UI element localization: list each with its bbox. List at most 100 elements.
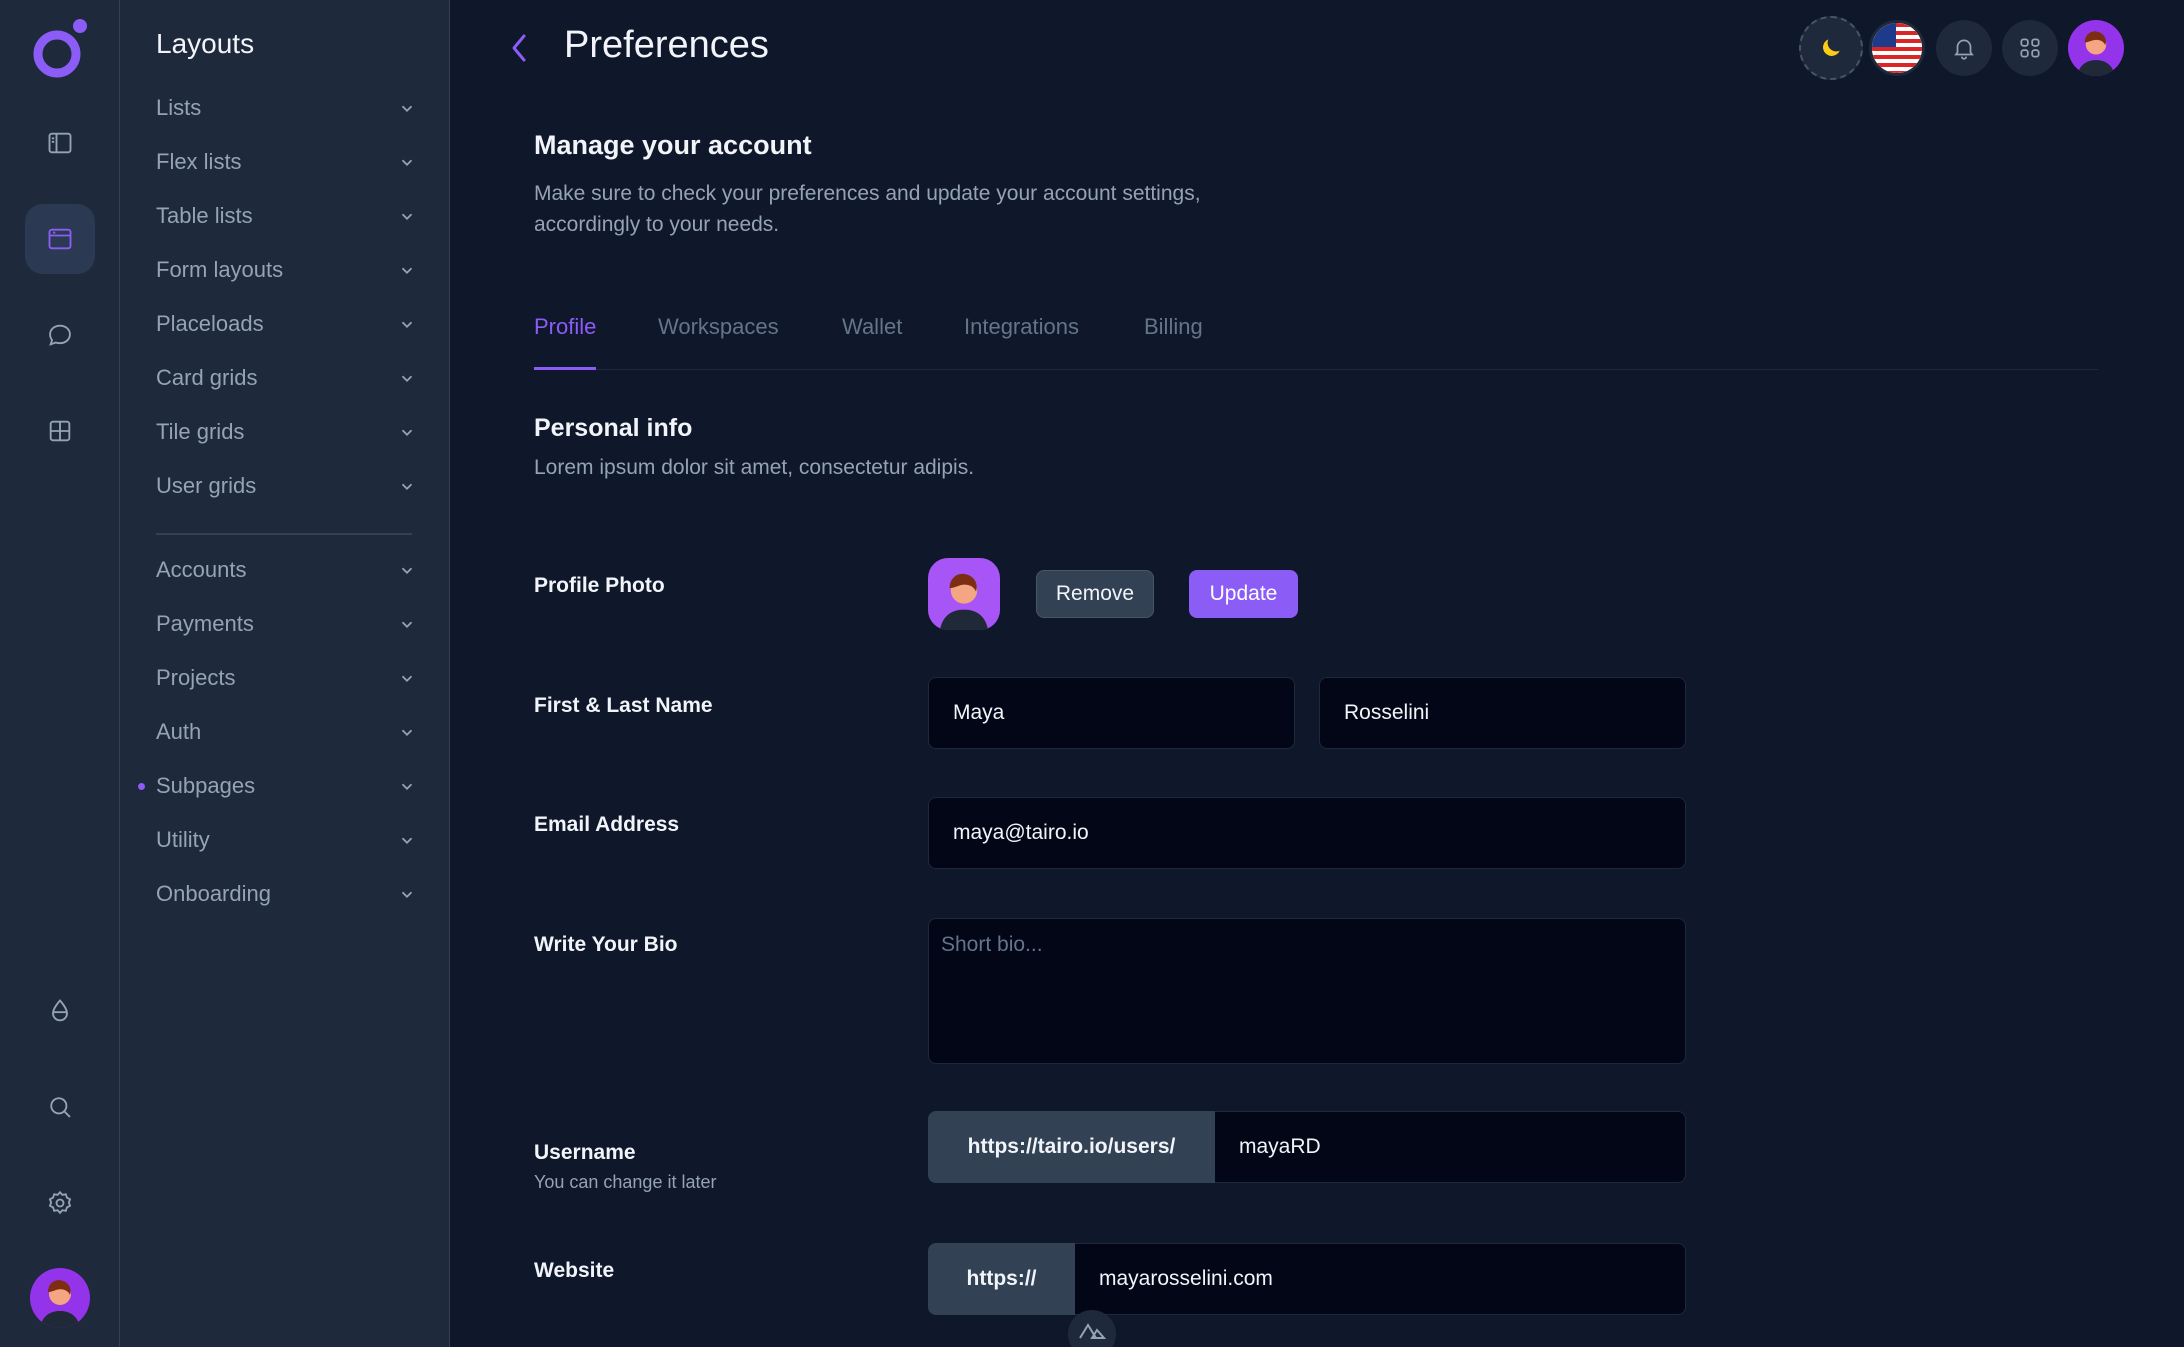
website-label: Website (534, 1259, 615, 1282)
chevron-down-icon (401, 891, 413, 898)
name-label: First & Last Name (534, 694, 713, 717)
sub-sidebar: Layouts Lists Flex lists Table lists For… (120, 0, 450, 1347)
email-input[interactable]: maya@tairo.io (928, 797, 1686, 869)
us-flag-icon (1872, 23, 1922, 73)
chevron-down-icon (401, 483, 413, 490)
bio-label: Write Your Bio (534, 933, 678, 956)
nav-item-table-lists[interactable]: Table lists (156, 196, 416, 236)
tab-profile[interactable]: Profile (534, 314, 597, 370)
moon-icon (1823, 39, 1840, 56)
theme-button[interactable] (25, 976, 95, 1046)
nav-item-label: Subpages (156, 773, 256, 798)
chevron-down-icon (401, 783, 413, 790)
nav-item-auth[interactable]: Auth (156, 712, 416, 752)
first-name-input[interactable]: Maya (928, 677, 1295, 749)
nav-item-label: Accounts (156, 557, 247, 582)
profile-photo-label: Profile Photo (534, 574, 665, 597)
page-title: Preferences (564, 24, 769, 66)
nav-item-onboarding[interactable]: Onboarding (156, 874, 416, 914)
user-avatar[interactable] (30, 1268, 90, 1328)
chevron-down-icon (401, 321, 413, 328)
active-indicator-dot (138, 783, 145, 790)
account-avatar[interactable] (2068, 20, 2124, 76)
grid-button[interactable] (25, 396, 95, 466)
subnav-divider (156, 533, 412, 535)
nav-item-form-layouts[interactable]: Form layouts (156, 250, 416, 290)
tab-integrations[interactable]: Integrations (964, 314, 1079, 370)
nav-item-flex-lists[interactable]: Flex lists (156, 142, 416, 182)
chevron-down-icon (401, 429, 413, 436)
account-description: Make sure to check your preferences and … (534, 182, 1201, 236)
chevron-left-icon[interactable] (506, 30, 534, 66)
tab-billing[interactable]: Billing (1144, 314, 1203, 370)
username-hint: You can change it later (534, 1172, 717, 1192)
gear-icon (48, 1190, 72, 1215)
chevron-down-icon (401, 837, 413, 844)
nav-item-label: Flex lists (156, 149, 242, 174)
nav-item-label: Projects (156, 665, 236, 690)
profile-photo (928, 558, 1000, 630)
search-icon (50, 1097, 71, 1118)
droplet-icon (52, 999, 68, 1022)
icon-rail (0, 0, 120, 1347)
nav-item-subpages[interactable]: Subpages (156, 766, 416, 806)
nav-item-label: Placeloads (156, 311, 264, 336)
nav-item-accounts[interactable]: Accounts (156, 550, 416, 590)
nav-item-payments[interactable]: Payments (156, 604, 416, 644)
apps-button[interactable] (2002, 20, 2058, 76)
nav-item-label: Tile grids (156, 419, 245, 444)
nav-item-label: Form layouts (156, 257, 284, 282)
nav-item-tile-grids[interactable]: Tile grids (156, 412, 416, 452)
nav-item-label: Lists (156, 95, 202, 120)
account-heading: Manage your account (534, 130, 812, 160)
chevron-down-icon (401, 105, 413, 112)
theme-toggle-button[interactable] (1799, 16, 1863, 80)
grid-icon (49, 420, 71, 442)
tab-wallet[interactable]: Wallet (842, 314, 902, 370)
layouts-button[interactable] (25, 204, 95, 274)
section-title: Personal info (534, 414, 693, 442)
username-input[interactable]: mayaRD (1215, 1111, 1686, 1183)
last-name-input[interactable]: Rosselini (1319, 677, 1686, 749)
sidebar-layout-icon (48, 132, 72, 154)
language-button[interactable] (1869, 20, 1925, 76)
nav-item-label: Table lists (156, 203, 253, 228)
chat-bubble-icon (49, 324, 71, 346)
remove-photo-button[interactable]: Remove (1036, 570, 1154, 618)
section-description: Lorem ipsum dolor sit amet, consectetur … (534, 456, 975, 479)
devtools-button[interactable] (1068, 1310, 1116, 1347)
username-label: Username (534, 1141, 636, 1164)
nuxt-logo-icon (1079, 1323, 1106, 1339)
tab-workspaces[interactable]: Workspaces (658, 314, 779, 370)
chevron-down-icon (401, 267, 413, 274)
messages-button[interactable] (25, 300, 95, 370)
nav-item-label: User grids (156, 473, 257, 498)
logo-icon[interactable] (30, 16, 90, 80)
settings-button[interactable] (25, 1168, 95, 1238)
bio-textarea[interactable]: Short bio... (928, 918, 1686, 1064)
email-label: Email Address (534, 813, 680, 836)
update-photo-button[interactable]: Update (1189, 570, 1298, 618)
nav-item-lists[interactable]: Lists (156, 88, 416, 128)
website-input[interactable]: mayarosselini.com (1075, 1243, 1686, 1315)
nav-item-projects[interactable]: Projects (156, 658, 416, 698)
nav-item-utility[interactable]: Utility (156, 820, 416, 860)
chevron-down-icon (401, 213, 413, 220)
nav-item-label: Auth (156, 719, 202, 744)
nav-item-card-grids[interactable]: Card grids (156, 358, 416, 398)
nav-item-user-grids[interactable]: User grids (156, 466, 416, 506)
subnav-title: Layouts (156, 28, 255, 59)
chevron-down-icon (401, 729, 413, 736)
nav-item-label: Utility (156, 827, 210, 852)
chevron-down-icon (401, 675, 413, 682)
nav-item-label: Card grids (156, 365, 258, 390)
nav-item-label: Payments (156, 611, 254, 636)
chevron-down-icon (401, 567, 413, 574)
nav-item-placeloads[interactable]: Placeloads (156, 304, 416, 344)
search-button[interactable] (25, 1072, 95, 1142)
sidebar-layout-button[interactable] (25, 108, 95, 178)
browser-window-icon (48, 228, 72, 250)
chevron-down-icon (401, 375, 413, 382)
notifications-button[interactable] (1936, 20, 1992, 76)
bell-icon (1954, 39, 1974, 60)
